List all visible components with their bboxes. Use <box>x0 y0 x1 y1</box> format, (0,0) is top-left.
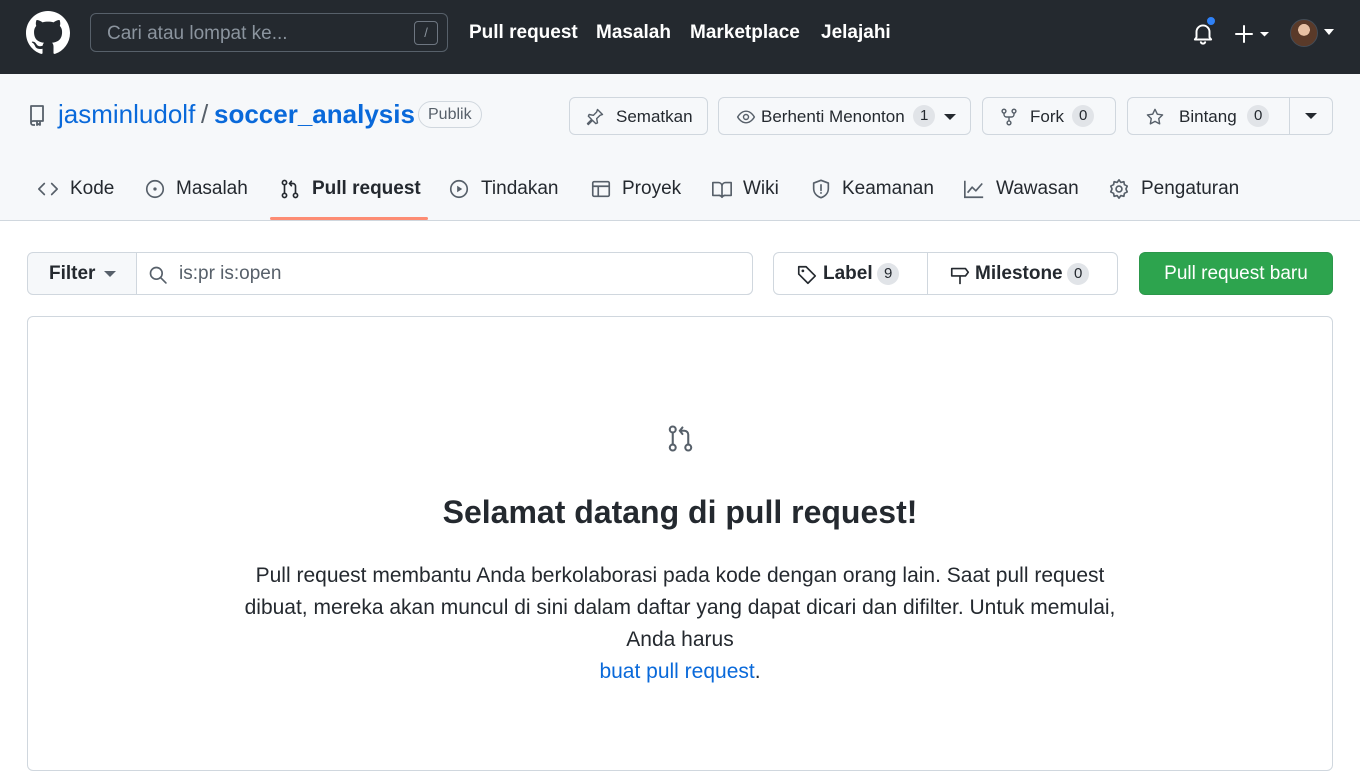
issue-icon <box>145 179 165 199</box>
nav-marketplace[interactable]: Marketplace <box>690 22 800 44</box>
tab-label: Proyek <box>622 178 682 199</box>
search-icon <box>149 266 167 284</box>
star-list-dropdown[interactable] <box>1290 98 1332 134</box>
selected-tab-indicator <box>270 217 428 220</box>
global-search-input[interactable]: Cari atau lompat ke... / <box>90 13 448 52</box>
nav-explore[interactable]: Jelajahi <box>821 22 891 44</box>
fork-label: Fork <box>1030 107 1064 126</box>
new-pull-request-button[interactable]: Pull request baru <box>1139 252 1333 295</box>
repo-path-separator: / <box>201 99 209 129</box>
fork-icon <box>1001 108 1017 126</box>
filter-label: Filter <box>49 263 96 284</box>
blankslate-end: . <box>754 660 761 683</box>
filter-dropdown-button[interactable]: Filter <box>28 253 136 294</box>
labels-button[interactable]: Label 9 <box>774 253 927 294</box>
pin-icon <box>586 108 604 126</box>
blankslate-description: Pull request membantu Anda berkolaborasi… <box>230 560 1130 688</box>
play-icon <box>449 179 469 199</box>
filter-bar: Filter is:pr is:open <box>27 252 753 295</box>
repo-owner-link[interactable]: jasminludolf <box>58 99 195 130</box>
star-icon <box>1146 108 1164 125</box>
tab-label: Pull request <box>312 178 421 199</box>
pin-button[interactable]: Sematkan <box>569 97 708 135</box>
chevron-down-icon <box>1324 29 1334 35</box>
star-button[interactable]: Bintang 0 <box>1128 98 1289 134</box>
git-pull-request-icon <box>281 179 299 199</box>
labels-label: Label <box>823 263 873 284</box>
fork-button[interactable]: Fork 0 <box>982 97 1116 135</box>
notification-indicator <box>1205 15 1217 27</box>
tag-icon <box>797 265 817 285</box>
milestones-count: 0 <box>1067 263 1090 285</box>
nav-issues[interactable]: Masalah <box>596 22 671 44</box>
tab-label: Kode <box>70 178 115 199</box>
tab-label: Keamanan <box>842 178 934 199</box>
graph-icon <box>964 180 984 199</box>
labels-count: 9 <box>877 263 900 285</box>
watch-button[interactable]: Berhenti Menonton 1 <box>718 97 971 135</box>
tab-label: Masalah <box>176 178 248 199</box>
table-icon <box>591 180 611 198</box>
tab-label: Pengaturan <box>1141 178 1240 199</box>
tab-label: Wiki <box>743 178 779 199</box>
user-menu[interactable] <box>1290 19 1336 49</box>
fork-count: 0 <box>1072 105 1095 127</box>
create-new-dropdown[interactable] <box>1234 22 1274 46</box>
avatar <box>1290 19 1318 47</box>
repo-name-link[interactable]: soccer_analysis <box>214 99 415 130</box>
milestones-button[interactable]: Milestone 0 <box>928 253 1117 294</box>
chevron-down-icon <box>944 114 956 120</box>
shield-icon <box>812 179 830 199</box>
pin-label: Sematkan <box>616 107 693 126</box>
star-label: Bintang <box>1179 107 1237 126</box>
code-icon <box>38 182 58 196</box>
milestone-icon <box>950 267 970 285</box>
milestones-label: Milestone <box>975 263 1063 284</box>
gear-icon <box>1109 179 1129 199</box>
filter-query: is:pr is:open <box>179 263 282 284</box>
chevron-down-icon <box>104 271 116 277</box>
blankslate-title: Selamat datang di pull request! <box>442 494 918 530</box>
tab-label: Wawasan <box>996 178 1079 199</box>
star-count: 0 <box>1247 105 1270 127</box>
git-pull-request-icon <box>668 425 693 452</box>
book-icon <box>712 181 732 199</box>
blankslate-body: Pull request membantu Anda berkolaborasi… <box>244 564 1116 651</box>
visibility-badge: Publik <box>418 101 482 128</box>
pull-request-list-empty <box>27 316 1333 771</box>
nav-pull-requests[interactable]: Pull request <box>469 22 578 44</box>
eye-icon <box>736 110 756 124</box>
search-placeholder: Cari atau lompat ke... <box>107 23 288 44</box>
watch-label: Berhenti Menonton <box>761 107 905 126</box>
github-logo-icon[interactable] <box>26 11 70 55</box>
global-header: Cari atau lompat ke... / Pull request Ma… <box>0 0 1360 74</box>
chevron-down-icon <box>1305 113 1317 119</box>
labels-milestones-group: Label 9 Milestone 0 <box>773 252 1118 295</box>
create-pull-request-link[interactable]: buat pull request <box>599 660 754 683</box>
tab-label: Tindakan <box>481 178 559 199</box>
search-shortcut-key: / <box>414 21 438 45</box>
watch-count: 1 <box>913 105 936 127</box>
star-button-group: Bintang 0 <box>1127 97 1333 135</box>
repo-icon <box>30 105 44 126</box>
filter-search-input[interactable]: is:pr is:open <box>136 252 753 295</box>
